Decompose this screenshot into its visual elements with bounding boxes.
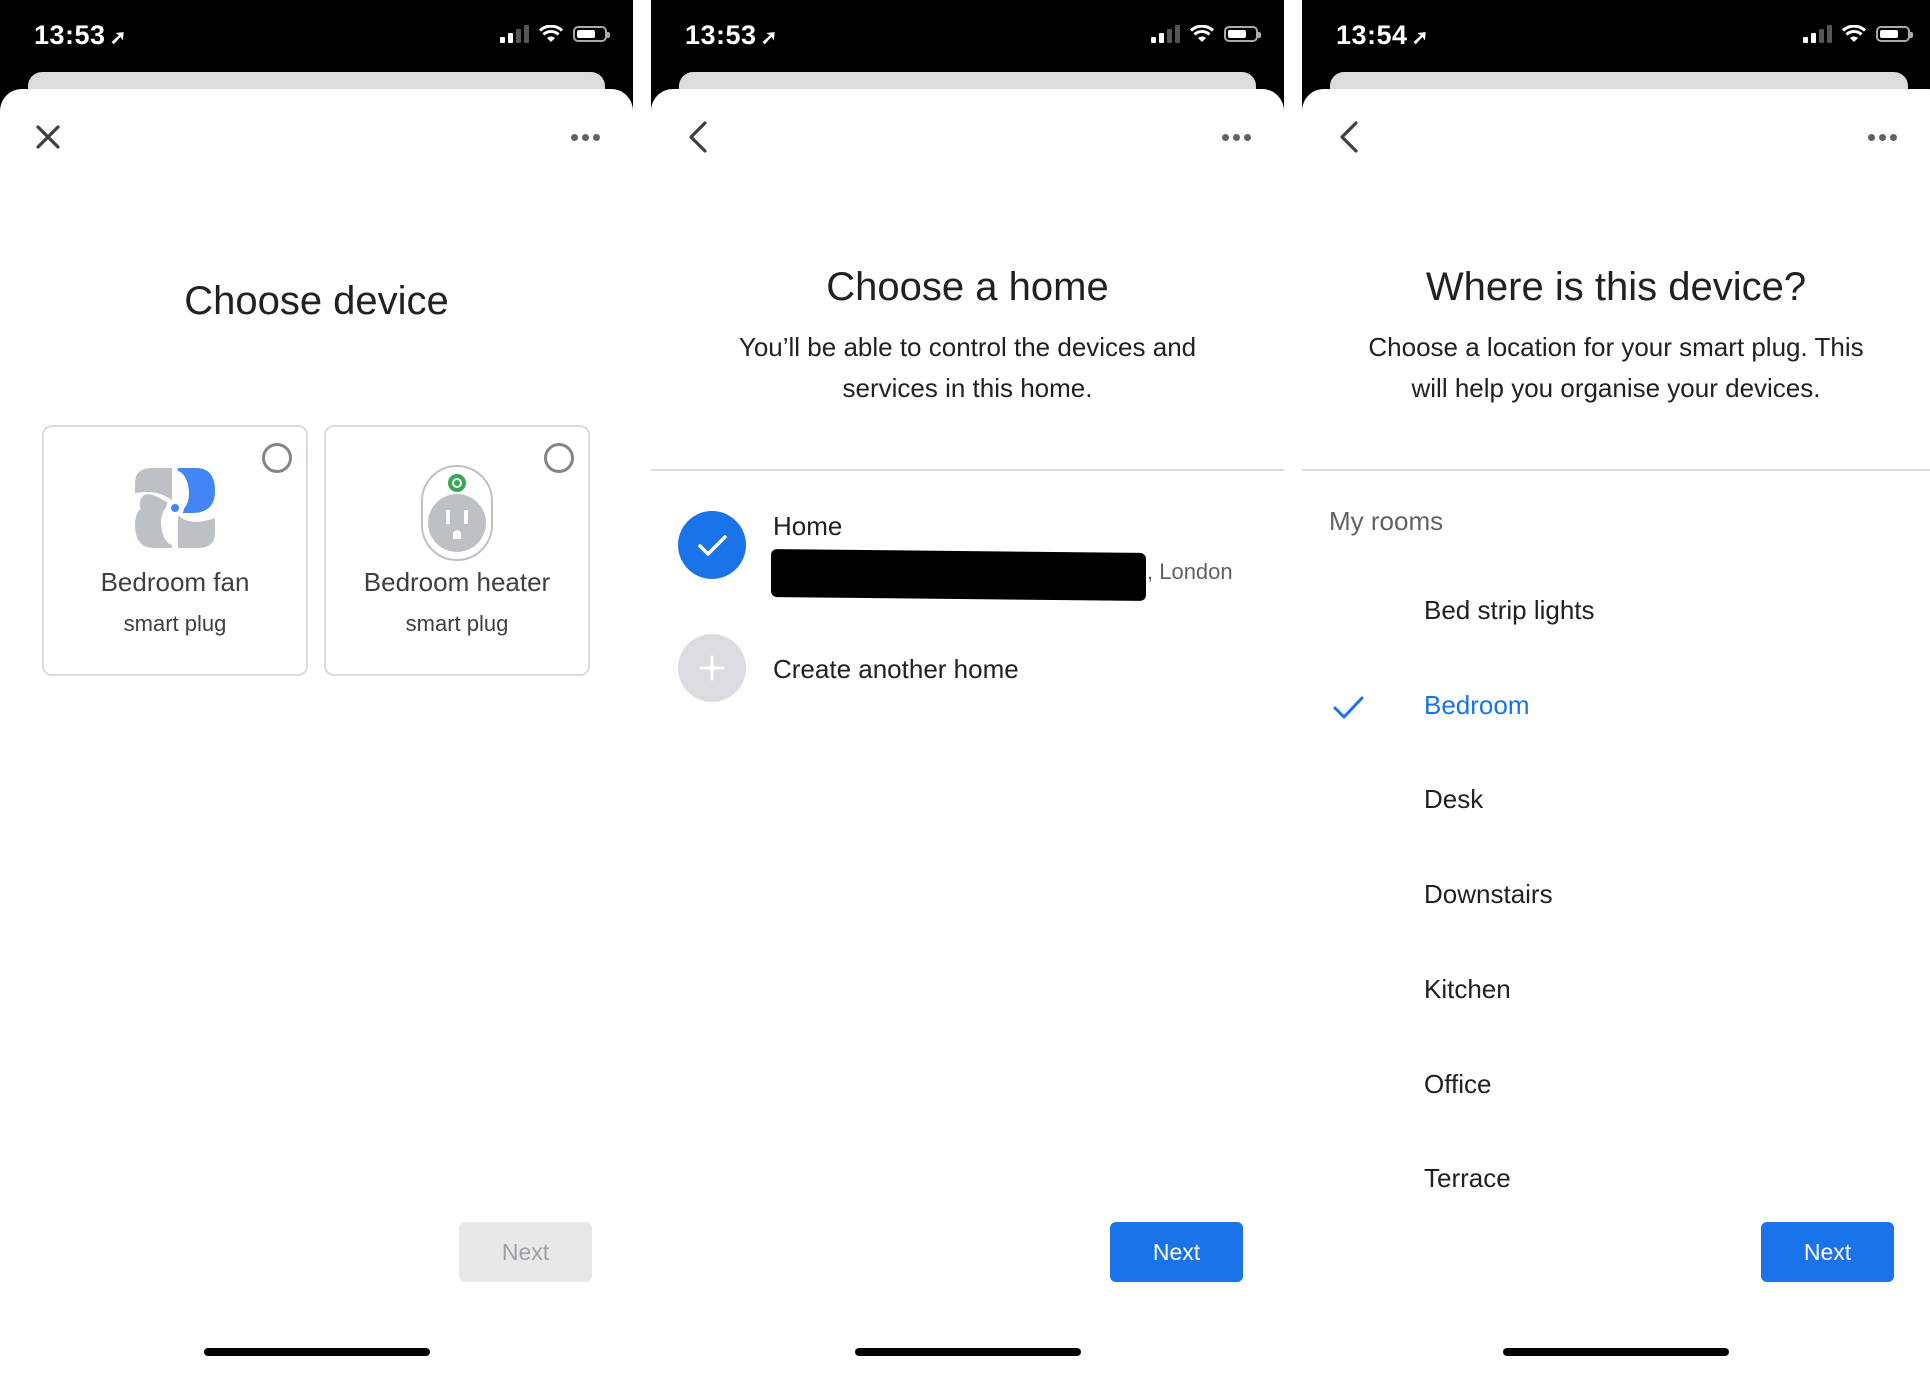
home-indicator[interactable] bbox=[854, 1348, 1081, 1356]
divider bbox=[651, 469, 1284, 471]
room-option[interactable]: Downstairs bbox=[1302, 861, 1930, 931]
room-label: Kitchen bbox=[1424, 973, 1511, 1004]
more-options-button[interactable] bbox=[565, 129, 605, 145]
wifi-icon bbox=[1190, 25, 1214, 42]
add-circle bbox=[678, 634, 746, 702]
screen-choose-home: 13:53 ➚ Choose a home You’ll be able to c… bbox=[651, 0, 1284, 1376]
selected-check-circle bbox=[678, 511, 746, 579]
status-bar: 13:53 ➚ bbox=[0, 0, 633, 72]
wifi-icon bbox=[539, 25, 563, 42]
room-option[interactable]: Office bbox=[1302, 1051, 1930, 1121]
plug-icon bbox=[421, 465, 493, 561]
more-horizontal-icon bbox=[570, 133, 578, 141]
room-label: Office bbox=[1424, 1068, 1492, 1099]
status-bar: 13:54 ➚ bbox=[1302, 0, 1930, 72]
section-label-my-rooms: My rooms bbox=[1329, 506, 1444, 536]
room-label: Bed strip lights bbox=[1424, 595, 1595, 625]
battery-icon bbox=[573, 26, 610, 42]
more-horizontal-icon bbox=[1867, 133, 1875, 141]
battery-icon bbox=[1224, 26, 1261, 42]
bottom-sheet: Choose device Bedroom fan smart plug Bed… bbox=[0, 89, 633, 1376]
status-time: 13:53 bbox=[34, 20, 106, 50]
create-home-label: Create another home bbox=[773, 654, 1019, 684]
page-subtitle: You’ll be able to control the devices an… bbox=[738, 332, 1197, 403]
device-name: Bedroom heater bbox=[363, 567, 551, 597]
location-arrow-icon: ➚ bbox=[1411, 27, 1429, 49]
cellular-signal-icon bbox=[1803, 25, 1832, 43]
close-icon[interactable] bbox=[30, 119, 66, 155]
room-option[interactable]: Desk bbox=[1302, 766, 1930, 836]
more-horizontal-icon bbox=[1221, 133, 1229, 141]
next-button[interactable]: Next bbox=[1761, 1222, 1894, 1282]
home-address: , London bbox=[1147, 559, 1233, 584]
more-options-button[interactable] bbox=[1862, 129, 1902, 145]
battery-icon bbox=[1876, 26, 1913, 42]
radio-button[interactable] bbox=[262, 443, 292, 473]
back-icon[interactable] bbox=[1332, 119, 1368, 155]
create-home-item[interactable]: Create another home bbox=[651, 634, 1284, 706]
status-bar: 13:53 ➚ bbox=[651, 0, 1284, 72]
cellular-signal-icon bbox=[1151, 25, 1180, 43]
room-label: Bedroom bbox=[1424, 689, 1530, 720]
fan-icon bbox=[133, 466, 217, 550]
home-indicator[interactable] bbox=[203, 1348, 430, 1356]
page-title: Where is this device? bbox=[1425, 265, 1807, 309]
check-icon bbox=[698, 535, 727, 556]
location-arrow-icon: ➚ bbox=[760, 27, 778, 49]
redacted-address bbox=[771, 549, 1146, 601]
room-option[interactable]: Bed strip lights bbox=[1302, 577, 1930, 647]
back-icon[interactable] bbox=[681, 119, 717, 155]
home-name: Home bbox=[773, 511, 843, 541]
screen-choose-device: 13:53 ➚ Choose device Bedroom fan smart … bbox=[0, 0, 633, 1376]
device-type: smart plug bbox=[405, 611, 509, 636]
room-label: Terrace bbox=[1424, 1163, 1511, 1194]
page-title: Choose a home bbox=[826, 265, 1109, 309]
next-button[interactable]: Next bbox=[1110, 1222, 1243, 1282]
next-button[interactable]: Next bbox=[459, 1222, 592, 1282]
bottom-sheet: Where is this device? Choose a location … bbox=[1302, 89, 1930, 1376]
room-option[interactable]: Kitchen bbox=[1302, 956, 1930, 1026]
device-card-bedroom-fan[interactable]: Bedroom fan smart plug bbox=[42, 425, 308, 676]
divider bbox=[1302, 469, 1930, 471]
more-options-button[interactable] bbox=[1216, 129, 1256, 145]
home-list-item[interactable]: Home , London bbox=[651, 509, 1284, 619]
plus-icon bbox=[699, 655, 725, 681]
device-card-bedroom-heater[interactable]: Bedroom heater smart plug bbox=[324, 425, 590, 676]
room-label: Desk bbox=[1424, 784, 1484, 815]
cellular-signal-icon bbox=[500, 25, 529, 43]
status-time: 13:53 bbox=[685, 20, 757, 50]
check-icon bbox=[1333, 696, 1364, 719]
device-name: Bedroom fan bbox=[100, 567, 250, 597]
status-time: 13:54 bbox=[1336, 20, 1408, 50]
radio-button[interactable] bbox=[544, 443, 574, 473]
device-type: smart plug bbox=[123, 611, 227, 636]
location-arrow-icon: ➚ bbox=[109, 27, 127, 49]
room-option[interactable]: Bedroom bbox=[1302, 672, 1930, 742]
wifi-icon bbox=[1842, 25, 1866, 42]
screen-choose-room: 13:54 ➚ Where is this device? Choose a lo… bbox=[1302, 0, 1930, 1376]
page-subtitle: Choose a location for your smart plug. T… bbox=[1368, 332, 1864, 403]
bottom-sheet: Choose a home You’ll be able to control … bbox=[651, 89, 1284, 1376]
home-indicator[interactable] bbox=[1503, 1348, 1729, 1356]
room-option[interactable]: Terrace bbox=[1302, 1145, 1930, 1215]
room-label: Downstairs bbox=[1424, 879, 1553, 910]
page-title: Choose device bbox=[184, 279, 449, 323]
